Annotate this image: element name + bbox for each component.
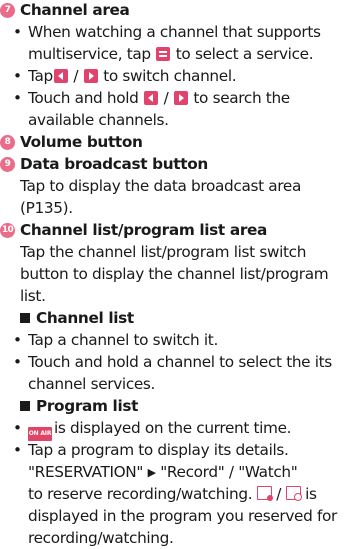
body-text: list. xyxy=(20,287,46,306)
subsection-title: Channel list xyxy=(20,307,134,329)
list-item: • Tap / to switch channel. xyxy=(13,67,237,86)
list-item-continuation: channel services. xyxy=(28,375,156,394)
square-bullet-icon xyxy=(20,401,30,412)
section-title: Channel list/program list area xyxy=(20,221,268,240)
body-text: Tap the channel list/program list switch xyxy=(20,243,307,262)
channel-left-icon xyxy=(144,91,159,106)
body-text: Tap to display the data broadcast area xyxy=(20,177,301,196)
list-item-continuation: "RESERVATION" ▶ "Record" / "Watch" xyxy=(28,463,298,482)
item-number-badge: 10 xyxy=(0,223,15,239)
list-item-continuation: displayed in the program you reserved fo… xyxy=(28,507,337,526)
watch-reservation-icon xyxy=(285,486,302,502)
section-title: Channel area xyxy=(20,1,130,19)
square-bullet-icon xyxy=(20,313,30,324)
list-item-continuation: available channels. xyxy=(28,111,169,130)
item-number-badge: 8 xyxy=(0,135,15,151)
list-item-continuation: multiservice, tap to select a service. xyxy=(28,45,314,64)
item-number-badge: 7 xyxy=(0,3,15,18)
service-select-icon xyxy=(156,47,171,62)
item-number-badge: 9 xyxy=(0,157,15,173)
body-text: (P135). xyxy=(20,199,73,218)
channel-left-icon xyxy=(53,69,68,84)
list-item: • Touch and hold a channel to select the … xyxy=(13,353,332,372)
section-title: Volume button xyxy=(20,133,143,152)
list-item: • ON AIR is displayed on the current time. xyxy=(13,417,292,442)
channel-right-icon xyxy=(83,69,98,84)
section-title: Data broadcast button xyxy=(20,155,208,174)
list-item: • Touch and hold / to search the xyxy=(13,89,290,108)
body-text: button to display the channel list/progr… xyxy=(20,265,329,284)
list-item: • When watching a channel that supports xyxy=(13,23,321,42)
list-item-continuation: recording/watching. xyxy=(28,529,174,548)
channel-right-icon xyxy=(173,91,188,106)
subsection-title: Program list xyxy=(20,395,138,417)
record-reservation-icon xyxy=(256,486,273,502)
list-item-continuation: to reserve recording/watching. / is xyxy=(28,485,317,504)
list-item: • Tap a program to display its details. xyxy=(13,441,289,460)
list-item: • Tap a channel to switch it. xyxy=(13,331,218,350)
